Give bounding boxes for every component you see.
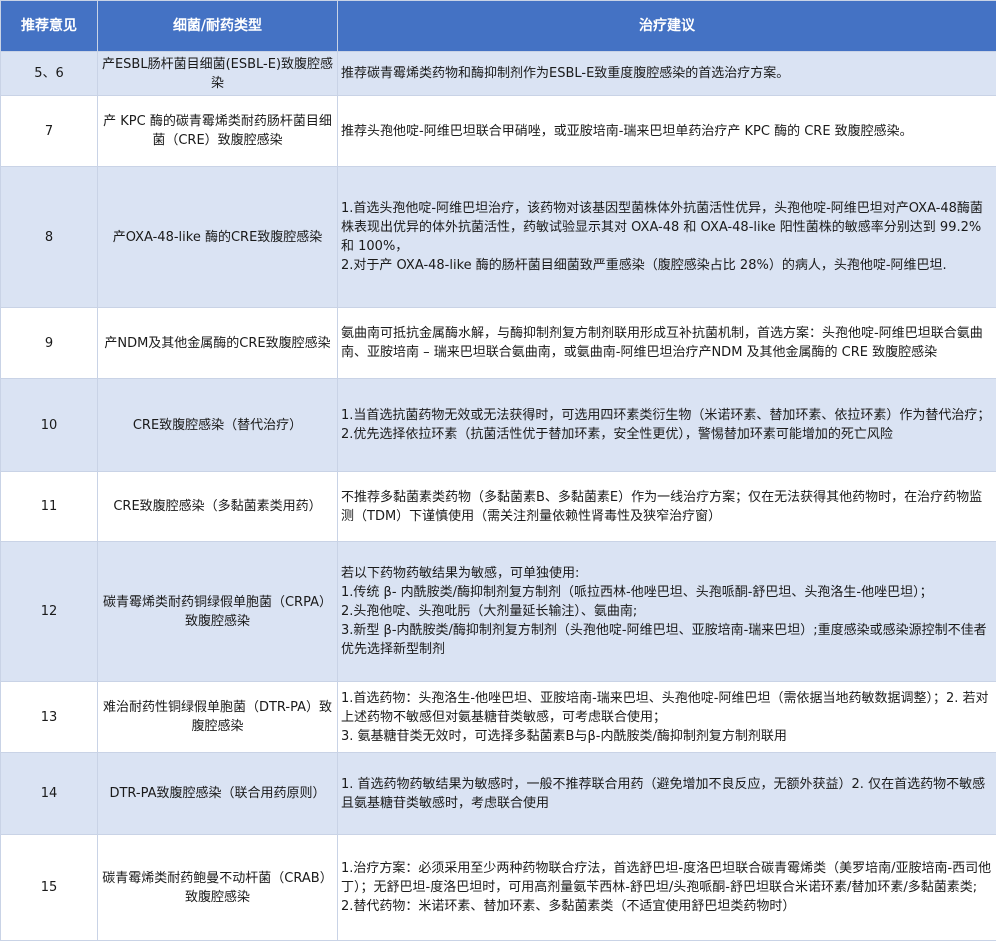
recommendation-cell: 13: [0, 681, 98, 753]
advice-line: 2.替代药物：米诺环素、替加环素、多黏菌素类（不适宜使用舒巴坦类药物时）: [341, 899, 796, 914]
advice-cell: 1. 首选药物药敏结果为敏感时，一般不推荐联合用药（避免增加不良反应，无额外获益…: [337, 752, 996, 835]
recommendation-cell: 7: [0, 95, 98, 167]
header-treatment-advice: 治疗建议: [337, 0, 996, 52]
recommendation-cell: 5、6: [0, 51, 98, 96]
advice-cell: 推荐头孢他啶-阿维巴坦联合甲硝唑，或亚胺培南-瑞来巴坦单药治疗产 KPC 酶的 …: [337, 95, 996, 167]
advice-line: 1.首选药物：头孢洛生-他唑巴坦、亚胺培南-瑞来巴坦、头孢他啶-阿维巴坦（需依据…: [341, 690, 989, 725]
advice-cell: 若以下药物药敏结果为敏感，可单独使用: 1.传统 β- 内酰胺类/酶抑制剂复方制剂…: [337, 541, 996, 682]
advice-line: 2.优先选择依拉环素（抗菌活性优于替加环素，安全性更优），警惕替加环素可能增加的…: [341, 427, 893, 442]
advice-line: 3. 氨基糖苷类无效时，可选择多黏菌素B与β-内酰胺类/酶抑制剂复方制剂联用: [341, 728, 787, 744]
recommendation-cell: 9: [0, 307, 98, 379]
header-recommendation: 推荐意见: [0, 0, 98, 52]
organism-cell: CRE致腹腔感染（替代治疗）: [97, 378, 338, 472]
advice-line: 3.新型 β-内酰胺类/酶抑制剂复方制剂（头孢他啶-阿维巴坦、亚胺培南-瑞来巴坦…: [341, 623, 987, 657]
recommendation-cell: 8: [0, 166, 98, 308]
table-row: 5、6 产ESBL肠杆菌目细菌(ESBL-E)致腹腔感染 推荐碳青霉烯类药物和酶抑制…: [0, 51, 996, 96]
advice-cell: 1.治疗方案：必须采用至少两种药物联合疗法，首选舒巴坦-度洛巴坦联合碳青霉烯类（…: [337, 834, 996, 941]
organism-cell: 难治耐药性铜绿假单胞菌（DTR-PA）致腹腔感染: [97, 681, 338, 753]
recommendation-cell: 14: [0, 752, 98, 835]
advice-line: 1.治疗方案：必须采用至少两种药物联合疗法，首选舒巴坦-度洛巴坦联合碳青霉烯类（…: [341, 861, 992, 895]
advice-line: 1.传统 β- 内酰胺类/酶抑制剂复方制剂（哌拉西林-他唑巴坦、头孢哌酮-舒巴坦…: [341, 585, 933, 600]
advice-line: 2.对于产 OXA-48-like 酶的肠杆菌目细菌致严重感染（腹腔感染占比 2…: [341, 258, 947, 273]
organism-cell: CRE致腹腔感染（多黏菌素类用药）: [97, 471, 338, 542]
recommendation-cell: 15: [0, 834, 98, 941]
advice-cell: 1.首选头孢他啶-阿维巴坦治疗，该药物对该基因型菌株体外抗菌活性优异，头孢他啶-…: [337, 166, 996, 308]
advice-line: 推荐头孢他啶-阿维巴坦联合甲硝唑，或亚胺培南-瑞来巴坦单药治疗产 KPC 酶的 …: [341, 123, 913, 139]
table-row: 10 CRE致腹腔感染（替代治疗） 1.当首选抗菌药物无效或无法获得时，可选用四环素…: [0, 378, 996, 472]
organism-cell: DTR-PA致腹腔感染（联合用药原则）: [97, 752, 338, 835]
table-row: 11 CRE致腹腔感染（多黏菌素类用药） 不推荐多黏菌素类药物（多黏菌素B、多黏菌素…: [0, 471, 996, 542]
recommendation-cell: 11: [0, 471, 98, 542]
recommendation-cell: 12: [0, 541, 98, 682]
recommendation-cell: 10: [0, 378, 98, 472]
advice-line: 1.当首选抗菌药物无效或无法获得时，可选用四环素类衍生物（米诺环素、替加环素、依…: [341, 408, 991, 423]
organism-cell: 产 KPC 酶的碳青霉烯类耐药肠杆菌目细菌（CRE）致腹腔感染: [97, 95, 338, 167]
table-row: 14 DTR-PA致腹腔感染（联合用药原则） 1. 首选药物药敏结果为敏感时，一般不…: [0, 752, 996, 835]
table-row: 7产 KPC 酶的碳青霉烯类耐药肠杆菌目细菌（CRE）致腹腔感染 推荐头孢他啶-阿…: [0, 95, 996, 167]
organism-cell: 碳青霉烯类耐药铜绿假单胞菌（CRPA）致腹腔感染: [97, 541, 338, 682]
advice-line: 若以下药物药敏结果为敏感，可单独使用:: [341, 566, 580, 581]
advice-cell: 1.首选药物：头孢洛生-他唑巴坦、亚胺培南-瑞来巴坦、头孢他啶-阿维巴坦（需依据…: [337, 681, 996, 753]
organism-cell: 产ESBL肠杆菌目细菌(ESBL-E)致腹腔感染: [97, 51, 338, 96]
advice-line: 1. 首选药物药敏结果为敏感时，一般不推荐联合用药（避免增加不良反应，无额外获益…: [341, 776, 986, 811]
table-row: 13 难治耐药性铜绿假单胞菌（DTR-PA）致腹腔感染 1.首选药物：头孢洛生-他唑…: [0, 681, 996, 753]
advice-line: 不推荐多黏菌素类药物（多黏菌素B、多黏菌素E）作为一线治疗方案；仅在无法获得其他…: [341, 489, 983, 524]
advice-line: 2.头孢他啶、头孢吡肟（大剂量延长输注）、氨曲南;: [341, 604, 638, 619]
advice-cell: 氨曲南可抵抗金属酶水解，与酶抑制剂复方制剂联用形成互补抗菌机制，首选方案：头孢他…: [337, 307, 996, 379]
organism-cell: 碳青霉烯类耐药鲍曼不动杆菌（CRAB）致腹腔感染: [97, 834, 338, 941]
organism-cell: 产NDM及其他金属酶的CRE致腹腔感染: [97, 307, 338, 379]
table-row: 12 碳青霉烯类耐药铜绿假单胞菌（CRPA）致腹腔感染 若以下药物药敏结果为敏感，可…: [0, 541, 996, 682]
advice-cell: 推荐碳青霉烯类药物和酶抑制剂作为ESBL-E致重度腹腔感染的首选治疗方案。: [337, 51, 996, 96]
advice-line: 推荐碳青霉烯类药物和酶抑制剂作为ESBL-E致重度腹腔感染的首选治疗方案。: [341, 66, 790, 81]
table-row: 8 产OXA-48-like 酶的CRE致腹腔感染 1.首选头孢他啶-阿维巴坦治疗，…: [0, 166, 996, 308]
advice-line: 1.首选头孢他啶-阿维巴坦治疗，该药物对该基因型菌株体外抗菌活性优异，头孢他啶-…: [341, 201, 983, 254]
treatment-table: 推荐意见 细菌/耐药类型 治疗建议 5、6 产ESBL肠杆菌目细菌(ESBL-E)…: [0, 0, 996, 941]
table-row: 9 产NDM及其他金属酶的CRE致腹腔感染 氨曲南可抵抗金属酶水解，与酶抑制剂复方制…: [0, 307, 996, 379]
advice-cell: 不推荐多黏菌素类药物（多黏菌素B、多黏菌素E）作为一线治疗方案；仅在无法获得其他…: [337, 471, 996, 542]
header-row: 推荐意见 细菌/耐药类型 治疗建议: [0, 0, 996, 52]
table-row: 15 碳青霉烯类耐药鲍曼不动杆菌（CRAB）致腹腔感染 1.治疗方案：必须采用至少两…: [0, 834, 996, 941]
advice-cell: 1.当首选抗菌药物无效或无法获得时，可选用四环素类衍生物（米诺环素、替加环素、依…: [337, 378, 996, 472]
advice-line: 氨曲南可抵抗金属酶水解，与酶抑制剂复方制剂联用形成互补抗菌机制，首选方案：头孢他…: [341, 326, 983, 360]
organism-cell: 产OXA-48-like 酶的CRE致腹腔感染: [97, 166, 338, 308]
header-organism-type: 细菌/耐药类型: [97, 0, 338, 52]
